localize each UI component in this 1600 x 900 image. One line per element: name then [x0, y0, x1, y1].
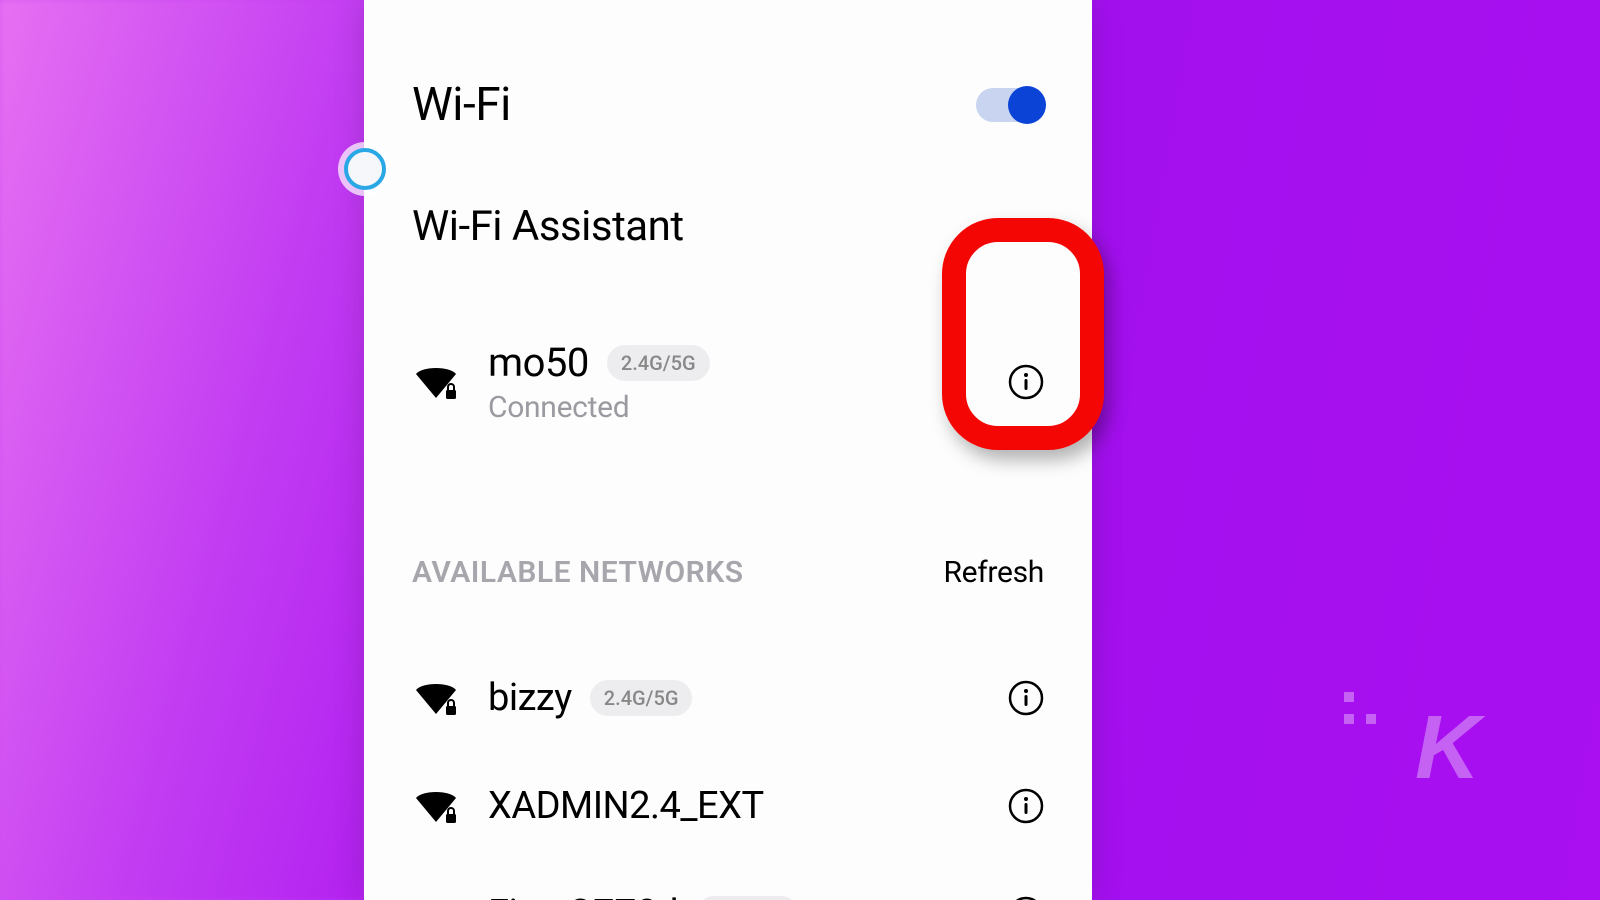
- watermark-letter: K: [1415, 697, 1470, 800]
- network-info-button[interactable]: [1008, 680, 1044, 716]
- wifi-signal-locked-icon: [412, 678, 460, 718]
- wifi-assistant-row[interactable]: Wi-Fi Assistant: [412, 132, 1044, 251]
- network-ssid: XADMIN2.4_EXT: [488, 784, 764, 828]
- connected-network-ssid: mo50: [488, 339, 589, 386]
- wifi-signal-locked-icon: [412, 894, 460, 900]
- connected-network-text: mo50 2.4G/5G Connected: [488, 339, 710, 425]
- background: Wi-Fi Wi-Fi Assistant mo50 2.4G/5G: [0, 0, 1600, 900]
- info-icon: [1008, 680, 1044, 716]
- wifi-assistant-title: Wi-Fi Assistant: [412, 202, 1044, 251]
- network-row[interactable]: XADMIN2.4_EXT: [412, 752, 1044, 860]
- info-icon: [1008, 896, 1044, 900]
- watermark-dots-icon: [1338, 688, 1382, 732]
- network-band-badge: 2.4G/5G: [590, 680, 693, 716]
- background-gradient-left: [0, 0, 364, 900]
- connected-network-info-button[interactable]: [1008, 364, 1044, 400]
- wifi-header-row: Wi-Fi: [412, 0, 1044, 132]
- available-networks-list: bizzy 2.4G/5G: [412, 590, 1044, 900]
- network-row[interactable]: Fios-Q7Z8d 2.4G/5G: [412, 860, 1044, 900]
- network-ssid: Fios-Q7Z8d: [488, 892, 678, 900]
- available-networks-header: AVAILABLE NETWORKS Refresh: [412, 425, 1044, 590]
- wifi-title: Wi-Fi: [412, 78, 511, 132]
- wifi-signal-locked-icon: [412, 362, 460, 402]
- info-icon: [1008, 364, 1044, 400]
- network-ssid: bizzy: [488, 676, 572, 720]
- connected-network-band-badge: 2.4G/5G: [607, 345, 710, 381]
- connected-network-status: Connected: [488, 390, 710, 425]
- refresh-button[interactable]: Refresh: [943, 555, 1044, 590]
- network-row[interactable]: bizzy 2.4G/5G: [412, 644, 1044, 752]
- network-info-button[interactable]: [1008, 788, 1044, 824]
- network-band-badge: 2.4G/5G: [696, 896, 799, 900]
- toggle-knob: [1008, 86, 1046, 124]
- info-icon: [1008, 788, 1044, 824]
- connected-network-row[interactable]: mo50 2.4G/5G Connected: [412, 251, 1044, 425]
- cursor-ring-icon: [344, 148, 386, 190]
- wifi-settings-panel: Wi-Fi Wi-Fi Assistant mo50 2.4G/5G: [364, 0, 1092, 900]
- available-networks-label: AVAILABLE NETWORKS: [412, 555, 744, 590]
- wifi-signal-locked-icon: [412, 786, 460, 826]
- network-info-button[interactable]: [1008, 896, 1044, 900]
- wifi-toggle[interactable]: [976, 88, 1044, 122]
